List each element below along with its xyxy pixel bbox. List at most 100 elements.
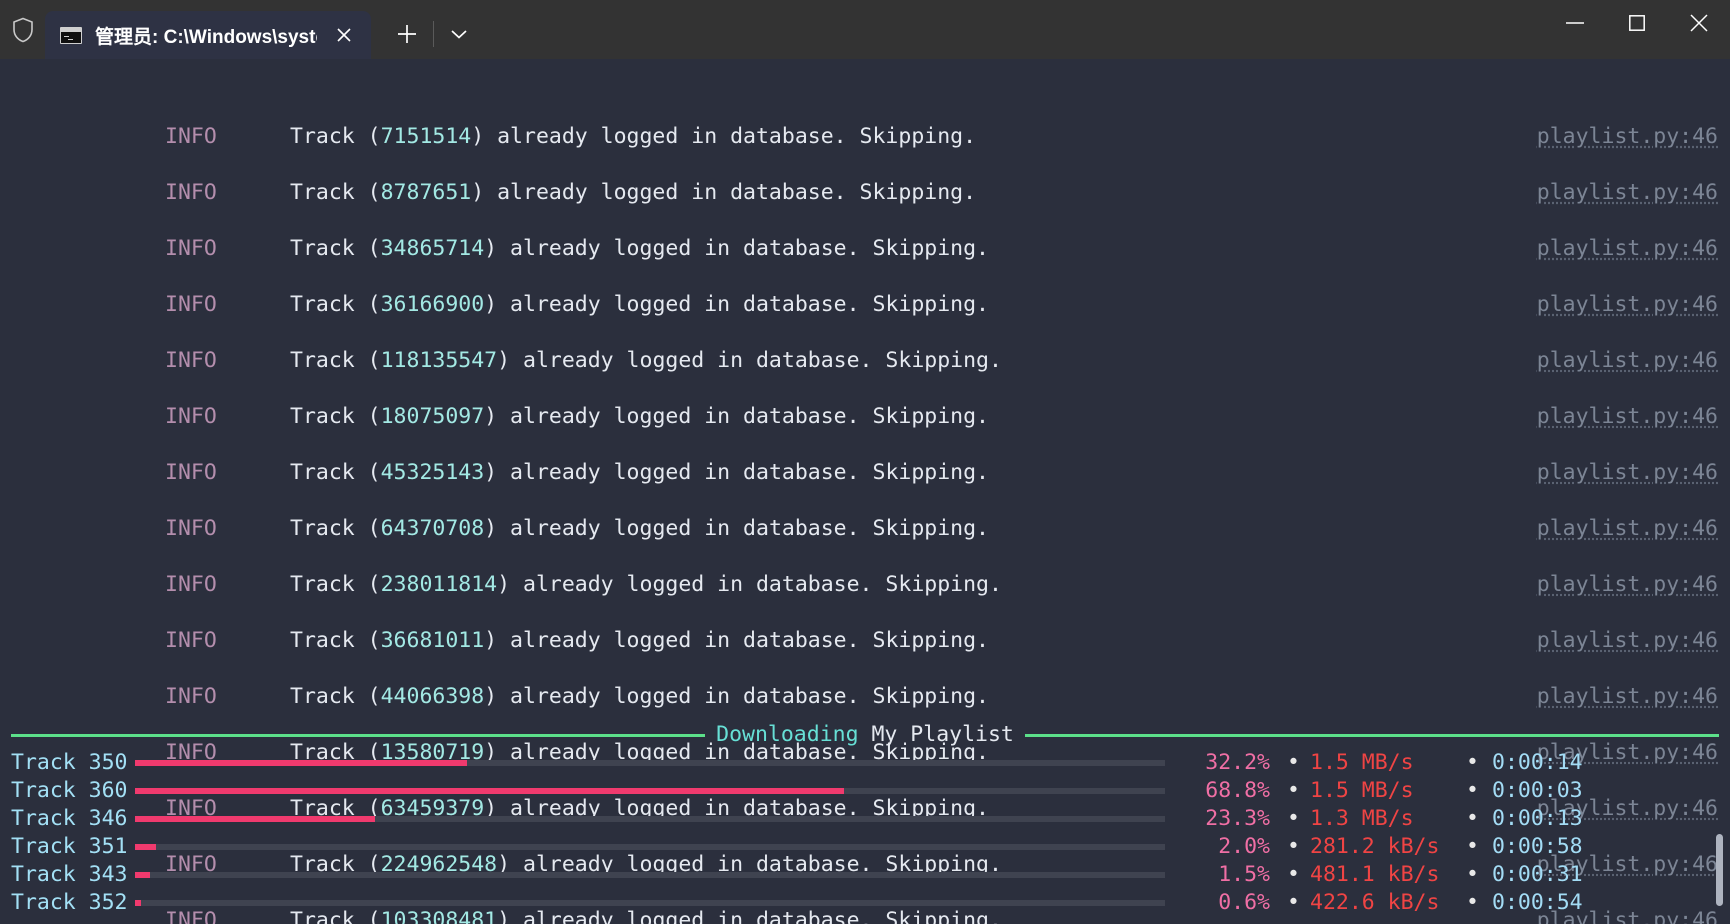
progress-percent: 32.2% bbox=[1205, 750, 1270, 775]
progress-speed: 1.3 MB/s bbox=[1310, 806, 1414, 831]
log-line: INFO Track (36166900) already logged in d… bbox=[0, 291, 1730, 319]
log-track-id: 238011814 bbox=[380, 572, 498, 597]
tab-dropdown-button[interactable] bbox=[439, 13, 479, 55]
progress-row: Track 350 32.2% • 1.5 MB/s • 0:00:14 bbox=[0, 749, 1730, 777]
progress-percent: 1.5% bbox=[1218, 862, 1270, 887]
log-message-prefix: Track ( bbox=[290, 348, 381, 373]
progress-label: Track 346 bbox=[11, 806, 128, 831]
rule-title: Downloading My Playlist bbox=[705, 721, 1025, 749]
log-source-link[interactable]: playlist.py:46 bbox=[1537, 571, 1718, 599]
log-message-suffix: ) already logged in database. Skipping. bbox=[484, 292, 989, 317]
log-message-suffix: ) already logged in database. Skipping. bbox=[471, 180, 977, 205]
log-message-suffix: ) already logged in database. Skipping. bbox=[484, 236, 989, 261]
log-message-suffix: ) already logged in database. Skipping. bbox=[484, 404, 989, 429]
log-source-link[interactable]: playlist.py:46 bbox=[1537, 627, 1718, 655]
rule-title-part1: Downloading bbox=[716, 722, 859, 747]
log-source-link[interactable]: playlist.py:46 bbox=[1537, 291, 1718, 319]
log-track-id: 118135547 bbox=[380, 348, 498, 373]
progress-percent: 68.8% bbox=[1205, 778, 1270, 803]
log-source-link[interactable]: playlist.py:46 bbox=[1537, 347, 1718, 375]
minimize-button[interactable] bbox=[1544, 0, 1606, 45]
log-message: Track (118135547) already logged in data… bbox=[290, 347, 1002, 375]
progress-bar-track bbox=[135, 900, 1165, 906]
terminal-viewport[interactable]: INFO Track (7151514) already logged in da… bbox=[0, 59, 1730, 924]
log-message-suffix: ) already logged in database. Skipping. bbox=[484, 460, 989, 485]
log-track-id: 34865714 bbox=[380, 236, 485, 261]
maximize-button[interactable] bbox=[1606, 0, 1668, 45]
log-source-link[interactable]: playlist.py:46 bbox=[1537, 235, 1718, 263]
progress-bar-fill bbox=[135, 760, 467, 766]
close-button[interactable] bbox=[1668, 0, 1730, 45]
log-source-link[interactable]: playlist.py:46 bbox=[1537, 403, 1718, 431]
progress-label: Track 351 bbox=[11, 834, 128, 859]
log-track-id: 36166900 bbox=[380, 292, 485, 317]
log-line: INFO Track (118135547) already logged in … bbox=[0, 347, 1730, 375]
log-message-suffix: ) already logged in database. Skipping. bbox=[497, 572, 1002, 597]
log-message: Track (34865714) already logged in datab… bbox=[290, 235, 989, 263]
log-message-prefix: Track ( bbox=[290, 180, 381, 205]
log-source-link[interactable]: playlist.py:46 bbox=[1537, 515, 1718, 543]
toolbar-divider bbox=[433, 21, 434, 47]
new-tab-button[interactable] bbox=[386, 13, 428, 55]
progress-row: Track 360 68.8% • 1.5 MB/s • 0:00:03 bbox=[0, 777, 1730, 805]
progress-label: Track 343 bbox=[11, 862, 128, 887]
vertical-scrollbar[interactable] bbox=[1716, 834, 1723, 906]
log-track-id: 18075097 bbox=[380, 404, 485, 429]
log-level: INFO bbox=[165, 628, 217, 653]
log-line: INFO Track (64370708) already logged in d… bbox=[0, 515, 1730, 543]
log-source-link[interactable]: playlist.py:46 bbox=[1537, 123, 1718, 151]
progress-row: Track 351 2.0% • 281.2 kB/s • 0:00:58 bbox=[0, 833, 1730, 861]
log-message: Track (36166900) already logged in datab… bbox=[290, 291, 989, 319]
progress-bar-fill bbox=[135, 900, 142, 906]
log-level: INFO bbox=[165, 348, 217, 373]
progress-label: Track 360 bbox=[11, 778, 128, 803]
log-level: INFO bbox=[165, 404, 217, 429]
tab-close-icon[interactable] bbox=[323, 14, 365, 56]
progress-percent: 23.3% bbox=[1205, 806, 1270, 831]
progress-row: Track 343 1.5% • 481.1 kB/s • 0:00:31 bbox=[0, 861, 1730, 889]
download-progress-list: Track 350 32.2% • 1.5 MB/s • 0:00:14 Track 360… bbox=[0, 749, 1730, 917]
progress-percent: 2.0% bbox=[1218, 834, 1270, 859]
log-message-suffix: ) already logged in database. Skipping. bbox=[484, 516, 989, 541]
log-message-prefix: Track ( bbox=[290, 292, 381, 317]
progress-separator-dot: • bbox=[1287, 778, 1300, 803]
progress-separator-dot: • bbox=[1466, 778, 1479, 803]
log-message: Track (238011814) already logged in data… bbox=[290, 571, 1002, 599]
progress-eta: 0:00:14 bbox=[1492, 750, 1583, 775]
progress-bar-track bbox=[135, 760, 1165, 766]
progress-label: Track 352 bbox=[11, 890, 128, 915]
terminal-tab[interactable]: 管理员: C:\Windows\system32 bbox=[45, 11, 371, 59]
progress-bar-fill bbox=[135, 872, 151, 878]
log-level: INFO bbox=[165, 460, 217, 485]
log-output: INFO Track (7151514) already logged in da… bbox=[0, 123, 1730, 924]
progress-bar-track bbox=[135, 872, 1165, 878]
progress-bar-fill bbox=[135, 788, 844, 794]
log-source-link[interactable]: playlist.py:46 bbox=[1537, 459, 1718, 487]
log-track-id: 7151514 bbox=[380, 124, 472, 149]
log-message: Track (44066398) already logged in datab… bbox=[290, 683, 989, 711]
log-message-suffix: ) already logged in database. Skipping. bbox=[484, 628, 989, 653]
progress-eta: 0:00:13 bbox=[1492, 806, 1583, 831]
log-message: Track (64370708) already logged in datab… bbox=[290, 515, 989, 543]
log-level: INFO bbox=[165, 236, 217, 261]
log-track-id: 36681011 bbox=[380, 628, 485, 653]
log-source-link[interactable]: playlist.py:46 bbox=[1537, 683, 1718, 711]
rule-line-right bbox=[1024, 733, 1720, 737]
progress-separator-dot: • bbox=[1466, 862, 1479, 887]
log-message: Track (45325143) already logged in datab… bbox=[290, 459, 989, 487]
progress-bar-fill bbox=[135, 816, 375, 822]
log-message-suffix: ) already logged in database. Skipping. bbox=[471, 124, 977, 149]
log-source-link[interactable]: playlist.py:46 bbox=[1537, 179, 1718, 207]
log-message-prefix: Track ( bbox=[290, 404, 381, 429]
log-message-prefix: Track ( bbox=[290, 460, 381, 485]
log-level: INFO bbox=[165, 180, 217, 205]
progress-separator-dot: • bbox=[1466, 806, 1479, 831]
progress-separator-dot: • bbox=[1287, 862, 1300, 887]
progress-separator-dot: • bbox=[1287, 834, 1300, 859]
progress-separator-dot: • bbox=[1287, 890, 1300, 915]
log-line: INFO Track (34865714) already logged in d… bbox=[0, 235, 1730, 263]
window-controls bbox=[1544, 0, 1730, 59]
progress-bar-track bbox=[135, 788, 1165, 794]
progress-row: Track 346 23.3% • 1.3 MB/s • 0:00:13 bbox=[0, 805, 1730, 833]
progress-section-divider: Downloading My Playlist bbox=[0, 721, 1730, 749]
